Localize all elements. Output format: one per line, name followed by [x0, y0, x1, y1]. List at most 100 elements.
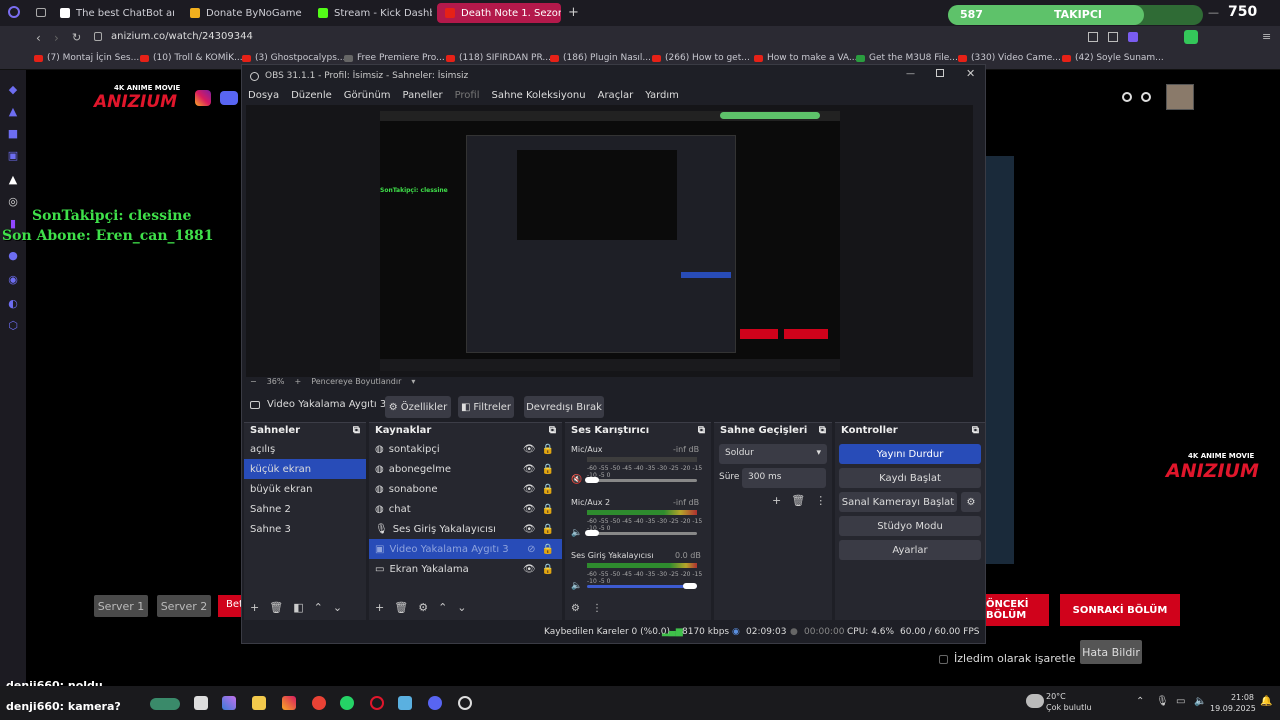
remove-source-icon[interactable]: 🗑 — [394, 601, 408, 614]
report-error-button[interactable]: Hata Bildir — [1080, 640, 1142, 664]
eye-icon[interactable]: 👁 — [523, 564, 536, 575]
source-item[interactable]: ◍ sonabone 👁 🔒 — [369, 479, 562, 499]
add-transition-icon[interactable]: + — [772, 494, 781, 507]
studio-mode-button[interactable]: Stüdyo Modu — [839, 516, 981, 536]
source-item-selected[interactable]: ▣ Video Yakalama Aygıtı 3 ⊘ 🔒 — [369, 539, 562, 559]
instagram-app-icon[interactable] — [282, 696, 296, 710]
source-item[interactable]: ▭ Ekran Yakalama 👁 🔒 — [369, 559, 562, 579]
next-episode-button[interactable]: SONRAKİ BÖLÜM — [1060, 594, 1180, 626]
bookmark-item[interactable]: (3) Ghostpocalyps... — [242, 53, 346, 63]
volume-slider[interactable] — [587, 532, 697, 535]
task-view-icon[interactable] — [194, 696, 208, 710]
bookmark-page-icon[interactable] — [1088, 32, 1098, 42]
scene-item[interactable]: Sahne 3 — [244, 519, 366, 539]
discord-icon[interactable] — [220, 91, 238, 105]
back-icon[interactable]: ‹ — [36, 31, 41, 45]
bookmark-item[interactable]: (330) Video Came... — [958, 53, 1061, 63]
volume-knob[interactable] — [585, 530, 599, 536]
theme-toggle-icon[interactable] — [1122, 92, 1132, 102]
source-item[interactable]: ◍ abonegelme 👁 🔒 — [369, 459, 562, 479]
network-app-icon[interactable] — [398, 696, 412, 710]
notifications-icon[interactable]: 🔔 — [1260, 696, 1272, 707]
url-input[interactable]: anizium.co/watch/24309344 — [111, 31, 253, 42]
previous-episode-button[interactable]: ÖNCEKİ BÖLÜM — [986, 594, 1049, 626]
volume-knob[interactable] — [585, 477, 599, 483]
undock-icon[interactable]: ⧉ — [698, 425, 705, 437]
scene-item[interactable]: açılış — [244, 439, 366, 459]
eye-icon[interactable]: 👁 — [523, 504, 536, 515]
obs-maximize-icon[interactable] — [936, 69, 944, 77]
bookmark-item[interactable]: (7) Montaj İçin Ses... — [34, 53, 139, 63]
sidebar-app-icon[interactable]: ■ — [7, 128, 19, 140]
move-down-icon[interactable]: ⌄ — [333, 601, 342, 614]
undock-icon[interactable]: ⧉ — [972, 425, 979, 437]
server-1-button[interactable]: Server 1 — [94, 595, 148, 617]
bookmark-item[interactable]: (118) SIFIRDAN PR... — [446, 53, 551, 63]
filters-button[interactable]: ◧ Filtreler — [458, 396, 514, 418]
tab-death-note[interactable]: Death Note 1. Sezon 4. Bö✕ — [437, 3, 561, 23]
sidebar-app-icon[interactable]: ▲ — [7, 174, 19, 186]
chrome-icon[interactable] — [312, 696, 326, 710]
sidebar-app-icon[interactable]: ▣ — [7, 150, 19, 162]
lock-icon[interactable]: 🔒 — [542, 444, 554, 455]
mixer-menu-icon[interactable]: ⋮ — [592, 603, 602, 614]
remove-transition-icon[interactable]: 🗑 — [791, 494, 805, 507]
sidebar-app-icon[interactable]: ● — [7, 250, 19, 262]
opera-icon[interactable] — [370, 696, 384, 710]
bookmark-item[interactable]: (266) How to get... — [652, 53, 750, 63]
minimize-icon[interactable]: — — [1208, 6, 1219, 19]
start-recording-button[interactable]: Kaydı Başlat — [839, 468, 981, 488]
screenshot-icon[interactable] — [1108, 32, 1118, 42]
avatar[interactable] — [1166, 84, 1194, 110]
scene-item[interactable]: Sahne 2 — [244, 499, 366, 519]
obs-minimize-icon[interactable]: — — [906, 69, 915, 79]
sidebar-app-icon[interactable]: ◉ — [7, 274, 19, 286]
lock-icon[interactable]: 🔒 — [542, 504, 554, 515]
sidebar-app-icon[interactable]: ◎ — [7, 196, 19, 208]
eye-icon[interactable]: 👁 — [523, 464, 536, 475]
bookmark-item[interactable]: Get the M3U8 File... — [856, 53, 958, 63]
zoom-in-button[interactable]: + — [294, 377, 301, 386]
tab-kick[interactable]: Stream - Kick Dashboard — [310, 3, 432, 23]
add-source-icon[interactable]: + — [375, 601, 384, 614]
instagram-icon[interactable] — [195, 90, 211, 106]
discord-app-icon[interactable] — [428, 696, 442, 710]
stop-streaming-button[interactable]: Yayını Durdur — [839, 444, 981, 464]
add-scene-icon[interactable]: + — [250, 601, 259, 614]
scene-item[interactable]: büyük ekran — [244, 479, 366, 499]
bookmark-item[interactable]: How to make a VA... — [754, 53, 858, 63]
bookmark-item[interactable]: Free Premiere Pro... — [344, 53, 445, 63]
speaker-icon[interactable]: 🔈 — [571, 581, 582, 591]
whatsapp-icon[interactable] — [340, 696, 354, 710]
source-properties-icon[interactable]: ⚙ — [418, 601, 428, 614]
move-down-icon[interactable]: ⌄ — [457, 601, 466, 614]
deactivate-button[interactable]: Devredışı Bırak — [524, 396, 604, 418]
properties-button[interactable]: ⚙ Özellikler — [385, 396, 451, 418]
active-extension-icon[interactable] — [1184, 30, 1198, 44]
fit-window-button[interactable]: Pencereye Boyutlandır — [311, 377, 401, 386]
volume-knob[interactable] — [683, 583, 697, 589]
menu-tools[interactable]: Araçlar — [598, 90, 634, 101]
speaker-icon[interactable]: 🔈 — [571, 528, 582, 538]
tray-chevron-icon[interactable]: ⌃ — [1136, 696, 1144, 707]
virtual-camera-settings-icon[interactable]: ⚙ — [961, 492, 981, 512]
lock-icon[interactable]: 🔒 — [542, 484, 554, 495]
menu-help[interactable]: Yardım — [645, 90, 679, 101]
menu-profile[interactable]: Profil — [455, 90, 480, 101]
zoom-dropdown-icon[interactable]: ▾ — [411, 377, 415, 386]
sidebar-app-icon[interactable]: ◆ — [7, 84, 19, 96]
tab-chatbot[interactable]: The best ChatBot and Wo — [52, 3, 174, 23]
eye-hidden-icon[interactable]: ⊘ — [527, 544, 535, 555]
volume-slider[interactable] — [587, 585, 697, 588]
settings-button[interactable]: Ayarlar — [839, 540, 981, 560]
volume-slider[interactable] — [587, 479, 697, 482]
tab-overview-icon[interactable] — [36, 8, 46, 17]
server-3-button[interactable]: Bet — [218, 595, 243, 617]
sidebar-app-icon[interactable]: ▲ — [7, 106, 19, 118]
start-virtual-camera-button[interactable]: Sanal Kamerayı Başlat — [839, 492, 957, 512]
menu-scene-collection[interactable]: Sahne Koleksiyonu — [492, 90, 586, 101]
source-item[interactable]: 🎙 Ses Giriş Yakalayıcısı 👁 🔒 — [369, 519, 562, 539]
scene-filters-icon[interactable]: ◧ — [293, 601, 303, 614]
lock-icon[interactable]: 🔒 — [542, 464, 554, 475]
server-2-button[interactable]: Server 2 — [157, 595, 211, 617]
